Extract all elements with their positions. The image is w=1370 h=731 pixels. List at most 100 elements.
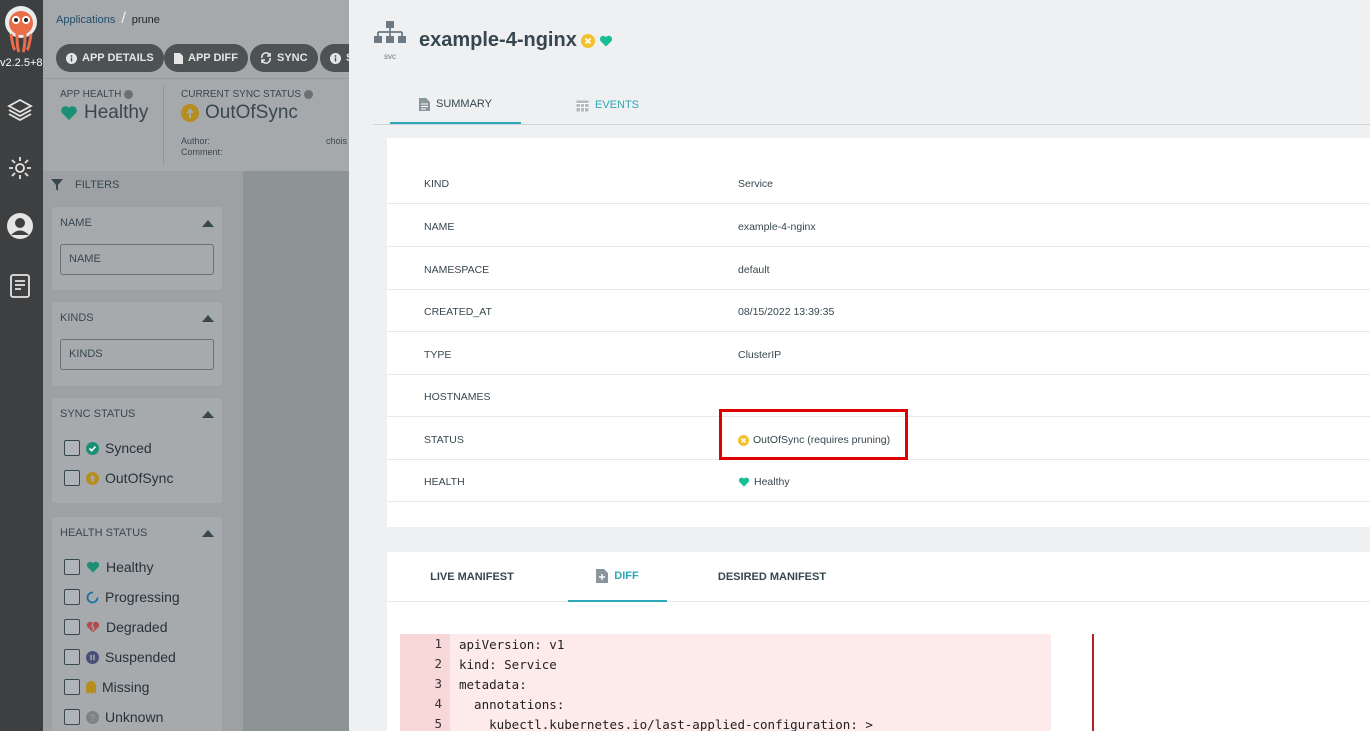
synced-check-icon [86,441,99,455]
type-row: TYPE ClusterIP [387,333,1370,375]
line-text: metadata: [459,676,527,692]
sync-status-filter-title: SYNC STATUS [60,408,136,420]
manifest-tabs: LIVE MANIFEST DIFF DESIRED MANIFEST [387,552,1370,602]
unknown-checkbox[interactable] [64,709,80,725]
application-view-dimmed: Applications / prune APP DETAILS APP DIFF … [43,0,349,731]
argo-logo-icon[interactable] [3,4,39,54]
unknown-filter-option[interactable]: ? Unknown [64,708,163,726]
missing-checkbox[interactable] [64,679,80,695]
sync-status-filter-box: SYNC STATUS Synced OutOfSync [52,398,222,503]
kinds-filter-input[interactable]: KINDS [60,339,214,370]
app-health-block: APP HEALTH Healthy [60,89,148,124]
service-network-icon [374,21,406,43]
resource-title: example-4-nginx [419,29,577,51]
document-icon [418,97,430,111]
app-details-button[interactable]: APP DETAILS [56,44,164,72]
tab-live-manifest[interactable]: LIVE MANIFEST [425,552,519,602]
created-at-key: CREATED_AT [424,306,492,318]
suspended-filter-option[interactable]: Suspended [64,648,176,666]
sync-button[interactable]: SYNC [250,44,318,72]
collapse-caret-icon[interactable] [202,530,214,537]
tab-diff[interactable]: DIFF [568,552,667,602]
degraded-checkbox[interactable] [64,619,80,635]
top-bar: Applications / prune [43,0,349,38]
action-buttons-row: APP DETAILS APP DIFF SYNC S [43,38,349,78]
synced-filter-option[interactable]: Synced [64,439,152,457]
health-key: HEALTH [424,476,465,488]
hostnames-key: HOSTNAMES [424,391,491,403]
code-line: 1 apiVersion: v1 [400,634,1051,654]
svg-text:?: ? [90,713,95,723]
docs-icon[interactable] [6,272,34,300]
collapse-caret-icon[interactable] [202,411,214,418]
health-value: Healthy [754,476,790,488]
diff-code-block[interactable]: 1 apiVersion: v1 2 kind: Service 3 metadata… [400,634,1051,731]
collapse-caret-icon[interactable] [202,315,214,322]
degraded-option-label: Degraded [106,619,168,635]
created-at-value: 08/15/2022 13:39:35 [738,306,835,318]
app-details-label: APP DETAILS [82,52,154,64]
health-value-wrap: Healthy [738,476,790,488]
more-actions-button[interactable]: S [320,44,349,72]
breadcrumb: Applications / prune [56,10,160,28]
progressing-spinner-icon [86,591,99,603]
degraded-filter-option[interactable]: Degraded [64,618,168,636]
outofsync-option-label: OutOfSync [105,470,174,486]
type-key: TYPE [424,349,452,361]
tab-events[interactable]: EVENTS [576,86,639,124]
code-line: 3 metadata: [400,674,1051,694]
name-filter-input[interactable]: NAME [60,244,214,275]
kind-caption: svc [384,52,396,61]
progressing-filter-option[interactable]: Progressing [64,588,180,606]
outofsync-checkbox[interactable] [64,470,80,486]
sync-icon [261,52,271,64]
name-key: NAME [424,221,455,233]
health-status-filter-box: HEALTH STATUS Healthy Progressing Degrad… [52,517,222,731]
pause-icon [86,650,99,664]
layers-icon[interactable] [6,96,34,124]
app-health-value: Healthy [84,102,149,123]
heart-icon [86,561,100,573]
app-diff-button[interactable]: APP DIFF [164,44,248,72]
breadcrumb-applications-link[interactable]: Applications [56,14,115,26]
healthy-checkbox[interactable] [64,559,80,575]
line-text: kind: Service [459,656,557,672]
healthy-filter-option[interactable]: Healthy [64,558,153,576]
line-number: 3 [400,674,450,694]
kind-value: Service [738,178,774,190]
missing-filter-option[interactable]: Missing [64,678,149,696]
author-value: chois [326,136,348,146]
tab-live-manifest-label: LIVE MANIFEST [430,571,514,583]
sync-status-label: CURRENT SYNC STATUS [181,89,302,100]
user-icon[interactable] [6,212,34,240]
line-number: 4 [400,694,450,714]
outofsync-filter-option[interactable]: OutOfSync [64,469,173,487]
status-highlight-box [719,409,908,460]
name-value: example-4-nginx [738,221,816,233]
author-label: Author: [181,136,211,146]
tab-summary[interactable]: SUMMARY [390,86,521,124]
healthy-option-label: Healthy [106,559,154,575]
diff-marker-line [1092,634,1094,731]
breadcrumb-separator: / [121,10,126,27]
summary-card: KIND Service NAME example-4-nginx NAMESP… [387,138,1370,527]
collapse-caret-icon[interactable] [202,220,214,227]
settings-gear-icon[interactable] [6,154,34,182]
comment-label: Comment: [181,147,223,157]
resource-details-panel: svc example-4-nginx SUMMARY EVENTS KIND … [349,0,1370,731]
question-icon: ? [86,710,99,724]
progressing-checkbox[interactable] [64,589,80,605]
heart-icon [61,106,77,120]
filters-header[interactable]: FILTERS [51,179,119,191]
kind-row: KIND Service [387,162,1370,204]
line-number: 1 [400,634,450,654]
namespace-key: NAMESPACE [424,264,490,276]
info-icon [66,52,77,64]
sync-label: SYNC [277,52,308,64]
synced-checkbox[interactable] [64,440,80,456]
resource-header: svc example-4-nginx [373,20,613,61]
tab-desired-manifest-label: DESIRED MANIFEST [717,571,827,583]
suspended-checkbox[interactable] [64,649,80,665]
tab-desired-manifest[interactable]: DESIRED MANIFEST [717,552,827,602]
heart-icon [738,477,750,487]
